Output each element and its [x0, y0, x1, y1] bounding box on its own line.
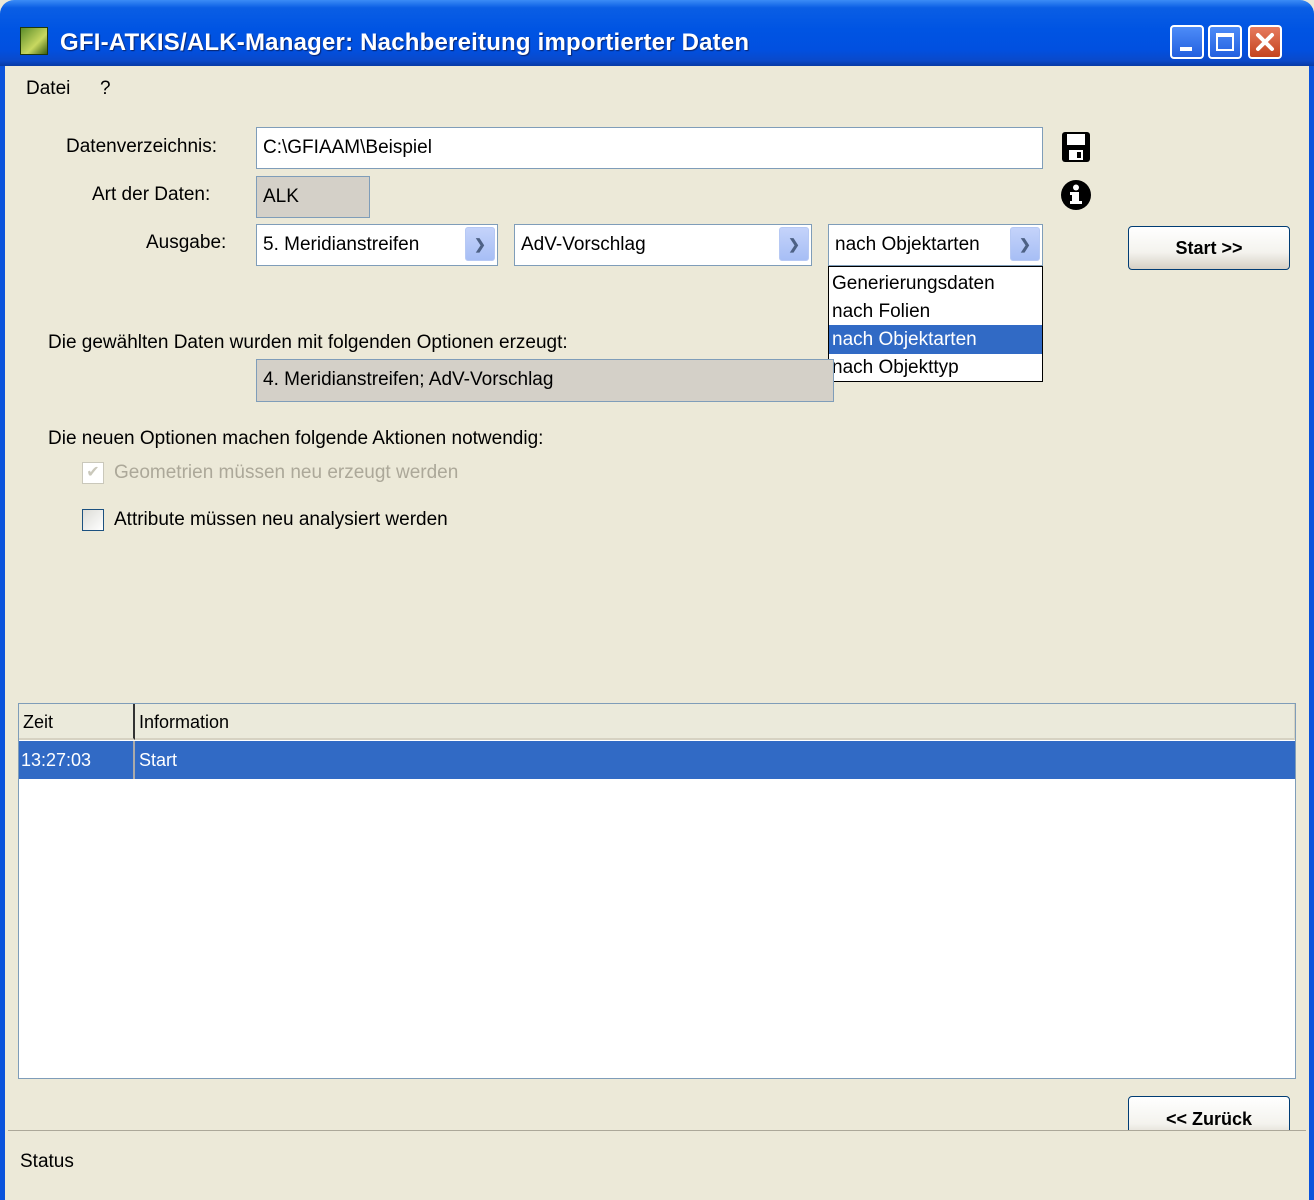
ausgabe-vorschlag-value: AdV-Vorschlag [521, 234, 646, 255]
info-button[interactable] [1058, 176, 1094, 214]
close-icon [1256, 33, 1274, 51]
menu-help[interactable]: ? [100, 78, 111, 100]
gliederung-dropdown-list[interactable]: Generierungsdaten nach Folien nach Objek… [828, 266, 1043, 382]
attribute-checkbox[interactable] [82, 509, 104, 531]
attribute-label: Attribute müssen neu analysiert werden [114, 509, 448, 530]
datenverzeichnis-label: Datenverzeichnis: [66, 136, 218, 157]
row-zeit: 13:27:03 [19, 741, 135, 779]
column-header-information[interactable]: Information [135, 704, 1295, 740]
start-button[interactable]: Start >> [1128, 226, 1290, 270]
status-text: Status [20, 1151, 74, 1172]
window-frame-right [1309, 66, 1314, 1200]
art-der-daten-label: Art der Daten: [92, 184, 211, 205]
ausgabe-vorschlag-select[interactable]: AdV-Vorschlag ❯ [514, 224, 812, 266]
row-information: Start [139, 750, 178, 770]
close-button[interactable] [1248, 25, 1282, 59]
status-bar: Status [8, 1130, 1306, 1200]
dropdown-option-objektarten[interactable]: nach Objektarten [829, 325, 1042, 354]
menu-datei[interactable]: Datei [26, 78, 70, 100]
optionen-label: Die gewählten Daten wurden mit folgenden… [48, 332, 568, 353]
ausgabe-gliederung-value: nach Objektarten [835, 234, 980, 255]
geometrien-checkbox[interactable]: ✔ [82, 462, 104, 484]
column-header-zeit[interactable]: Zeit [19, 704, 135, 740]
window-frame-left [0, 66, 5, 1200]
ausgabe-label: Ausgabe: [146, 232, 227, 253]
window-title: GFI-ATKIS/ALK-Manager: Nachbereitung imp… [60, 29, 750, 56]
ausgabe-meridian-select[interactable]: 5. Meridianstreifen ❯ [256, 224, 498, 266]
chevron-down-icon[interactable]: ❯ [465, 227, 495, 261]
ausgabe-gliederung-select[interactable]: nach Objektarten ❯ [828, 224, 1043, 266]
dropdown-option-generierungsdaten[interactable]: Generierungsdaten [829, 269, 1042, 298]
art-der-daten-field: ALK [256, 176, 370, 218]
ausgabe-meridian-value: 5. Meridianstreifen [263, 234, 420, 255]
chevron-down-icon[interactable]: ❯ [1010, 227, 1040, 261]
optionen-field: 4. Meridianstreifen; AdV-Vorschlag [256, 359, 834, 402]
chevron-down-icon[interactable]: ❯ [779, 227, 809, 261]
table-row[interactable]: 13:27:03 Start [19, 741, 1295, 779]
minimize-button[interactable] [1170, 25, 1204, 59]
maximize-button[interactable] [1208, 25, 1242, 59]
app-icon [20, 27, 48, 55]
geometrien-label: Geometrien müssen neu erzeugt werden [114, 462, 459, 483]
dropdown-option-objekttyp[interactable]: nach Objekttyp [829, 353, 1042, 382]
maximize-icon [1216, 33, 1234, 51]
dropdown-option-folien[interactable]: nach Folien [829, 297, 1042, 326]
aktionen-label: Die neuen Optionen machen folgende Aktio… [48, 428, 544, 449]
datenverzeichnis-input[interactable]: C:\GFIAAM\Beispiel [256, 127, 1043, 169]
save-disk-icon [1062, 132, 1090, 162]
minimize-icon [1180, 47, 1192, 51]
save-button[interactable] [1058, 128, 1094, 166]
info-icon [1061, 180, 1091, 210]
log-listview[interactable]: Zeit Information 13:27:03 Start [18, 703, 1296, 1079]
